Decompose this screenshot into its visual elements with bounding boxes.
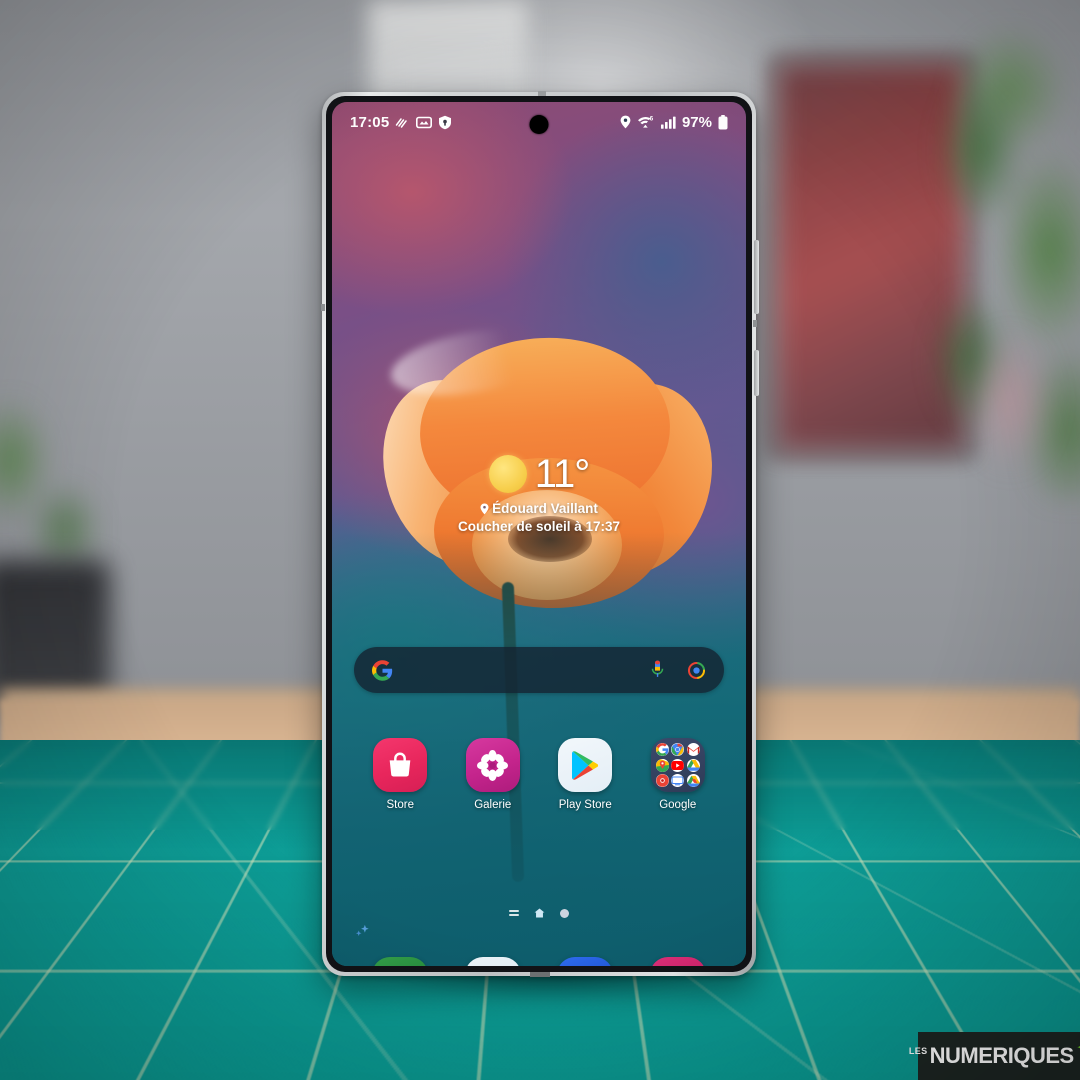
google-tv-icon[interactable] — [671, 774, 685, 787]
wifi-6-icon: 6 — [637, 115, 655, 129]
chrome-icon[interactable] — [671, 743, 685, 756]
frame-seam-right — [753, 320, 757, 327]
gallery-flower-icon[interactable] — [465, 738, 520, 792]
vibrate-icon — [395, 116, 410, 129]
app-label: Play Store — [558, 799, 612, 811]
weather-sunset-label: Coucher de soleil à 17:37 — [457, 519, 621, 534]
wallpaper — [332, 102, 746, 966]
maps-icon[interactable] — [655, 758, 669, 772]
app-play-store[interactable]: Play Store — [548, 738, 622, 811]
google-folder-icon[interactable] — [650, 738, 705, 792]
dock — [332, 957, 746, 966]
app-store[interactable]: Store — [363, 738, 437, 811]
photos-icon[interactable] — [655, 774, 669, 787]
front-camera-punch-hole — [529, 115, 549, 134]
google-lens-icon[interactable] — [687, 661, 706, 680]
youtube-icon[interactable] — [671, 758, 685, 772]
drive-icon[interactable] — [686, 758, 700, 772]
folder-app-grid — [655, 743, 700, 787]
location-pin-icon — [620, 115, 631, 129]
frame-seam-left — [321, 304, 325, 311]
star-icon: ✦ — [1076, 1038, 1080, 1058]
weather-location: Édouard Vaillant — [480, 501, 598, 516]
watermark: LES NUMERIQUES ✦ — [909, 1032, 1080, 1080]
page-indicator[interactable] — [332, 908, 746, 918]
app-grid-row: Store Galerie Play Store Google — [332, 738, 746, 811]
location-pin-small-icon — [480, 503, 489, 515]
status-bar-clock: 17:05 — [350, 113, 390, 131]
google-one-icon[interactable] — [686, 774, 700, 787]
smartphone: 17:05 6 97% 11° Édouard Vaillant Coucher… — [321, 91, 759, 977]
phone-screen[interactable]: 17:05 6 97% 11° Édouard Vaillant Coucher… — [332, 102, 746, 966]
play-store-icon[interactable] — [558, 738, 613, 792]
google-g-icon[interactable] — [372, 659, 393, 681]
galaxy-store-icon[interactable] — [373, 738, 428, 792]
power-button[interactable] — [754, 350, 759, 396]
google-search-bar[interactable] — [354, 647, 724, 693]
app-list-icon[interactable] — [509, 909, 519, 917]
shield-icon — [438, 115, 452, 130]
photo-scene: 17:05 6 97% 11° Édouard Vaillant Coucher… — [0, 0, 1080, 1080]
weather-temperature: 11° — [534, 452, 591, 496]
weather-widget[interactable]: 11° Édouard Vaillant Coucher de soleil à… — [332, 454, 746, 534]
app-label: Store — [386, 799, 415, 811]
media-card-icon — [416, 116, 433, 129]
phone-icon[interactable] — [372, 957, 429, 966]
battery-icon — [718, 114, 728, 130]
background-plant-left — [0, 380, 110, 590]
camera-icon[interactable] — [649, 957, 706, 966]
microphone-icon[interactable] — [650, 660, 665, 680]
frame-seam-bottom — [530, 972, 550, 977]
sun-icon — [488, 455, 527, 493]
app-label: Google — [659, 799, 697, 811]
watermark-small-text: LES — [908, 1046, 928, 1056]
gmail-icon[interactable] — [686, 743, 700, 756]
app-folder-google[interactable]: Google — [641, 738, 715, 811]
home-icon[interactable] — [534, 908, 545, 918]
google-search-icon[interactable] — [655, 743, 669, 756]
sparkle-icon[interactable] — [354, 922, 371, 939]
samsung-internet-icon[interactable] — [557, 957, 614, 966]
signal-bars-icon — [660, 116, 676, 129]
battery-percent-label: 97% — [681, 113, 712, 131]
page-dot[interactable] — [560, 908, 569, 918]
app-label: Galerie — [474, 799, 512, 811]
app-galerie[interactable]: Galerie — [456, 738, 530, 811]
svg-text:6: 6 — [650, 116, 654, 123]
volume-button[interactable] — [754, 240, 759, 314]
background-plant-flowers — [950, 300, 1070, 500]
watermark-main-text: NUMERIQUES — [929, 1043, 1075, 1068]
weather-location-label: Édouard Vaillant — [492, 501, 598, 516]
messages-icon[interactable] — [464, 957, 521, 966]
